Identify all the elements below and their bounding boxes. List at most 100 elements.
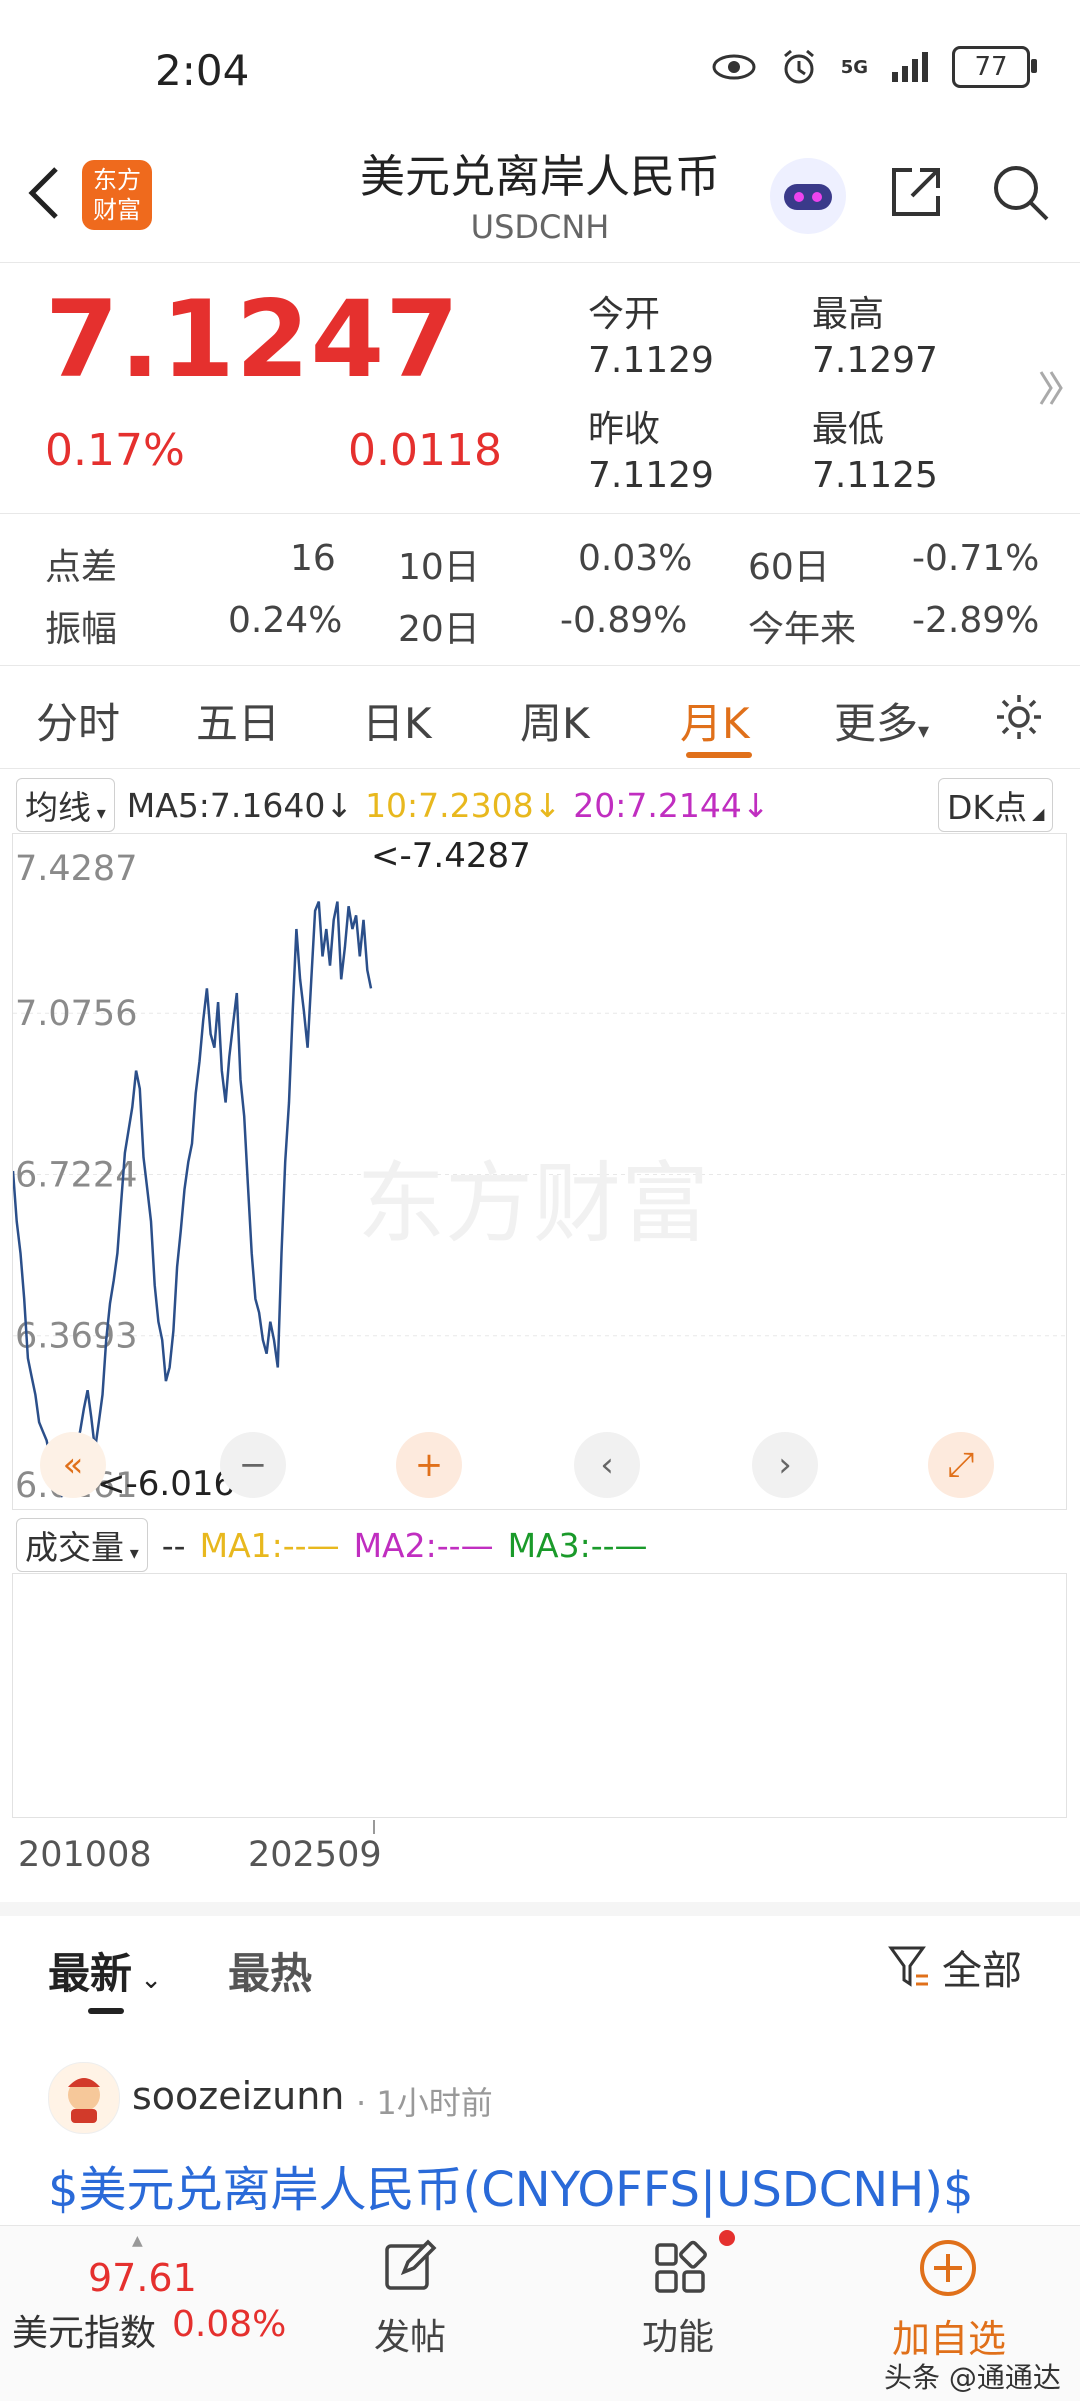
prev-close-value: 7.1129 <box>588 455 714 496</box>
network-label: 5G <box>840 56 868 78</box>
zoom-in-button[interactable]: + <box>396 1432 462 1498</box>
scroll-left-button[interactable]: ‹ <box>574 1432 640 1498</box>
volume-ma1: MA1:--— <box>199 1525 340 1565</box>
fullscreen-button[interactable]: ⤢ <box>928 1432 994 1498</box>
tab-more[interactable]: 更多▾ <box>834 690 929 751</box>
tab-weekly-k[interactable]: 周K <box>520 690 590 751</box>
tab-monthly-k[interactable]: 月K <box>680 690 750 751</box>
add-watchlist-button[interactable]: 加自选 <box>892 2308 1006 2363</box>
d60-value: -0.71% <box>912 538 1040 579</box>
alarm-icon <box>783 49 814 84</box>
settings-gear-icon[interactable] <box>992 690 1046 744</box>
dollar-index-change: 0.08% <box>172 2304 287 2345</box>
ma-bar: 均线 ▾ MA5:7.1640↓ 10:7.2308↓ 20:7.2144↓ <box>16 778 770 832</box>
amplitude-label: 振幅 <box>45 609 118 650</box>
ytd-label: 今年来 <box>748 609 857 650</box>
price-chart-svg: 东方财富 7.42877.07566.72246.36936.0161 <-7.… <box>11 836 1066 1506</box>
share-icon[interactable] <box>886 162 946 222</box>
active-tab-indicator <box>686 752 752 758</box>
zoom-out-button[interactable]: − <box>220 1432 286 1498</box>
ma10-value: 10:7.2308↓ <box>365 785 562 825</box>
functions-button[interactable]: 功能 <box>642 2308 714 2360</box>
post-title-link[interactable]: $美元兑离岸人民币(CNYOFFS|USDCNH)$ <box>48 2150 974 2220</box>
low-value: 7.1125 <box>812 455 938 496</box>
post-username[interactable]: soozeizunn <box>132 2074 344 2118</box>
divider <box>0 768 1080 769</box>
y-tick-label: 7.4287 <box>15 849 137 889</box>
y-tick-label: 6.7224 <box>15 1156 137 1196</box>
d60-label: 60日 <box>748 547 830 588</box>
spread-label: 点差 <box>45 547 118 588</box>
divider <box>0 665 1080 666</box>
tab-daily-k[interactable]: 日K <box>362 690 432 751</box>
battery-icon: 77 <box>952 46 1037 88</box>
post-time: · 1小时前 <box>356 2084 493 2122</box>
filter-icon <box>888 1946 928 1987</box>
y-tick-label: 6.3693 <box>15 1317 137 1357</box>
spread-value: 16 <box>290 538 336 579</box>
divider <box>0 262 1080 263</box>
dropdown-arrow-icon: ▾ <box>918 719 930 744</box>
ma-selector[interactable]: 均线 ▾ <box>16 778 115 832</box>
eye-icon <box>712 54 756 80</box>
d10-label: 10日 <box>398 547 480 588</box>
prev-close-label: 昨收 <box>588 409 661 450</box>
volume-ma2: MA2:--— <box>353 1525 494 1565</box>
volume-value: -- <box>161 1525 186 1565</box>
open-label: 今开 <box>588 294 661 335</box>
x-tick-end: 202509 <box>248 1835 382 1875</box>
user-avatar[interactable] <box>48 2062 120 2134</box>
functions-icon[interactable] <box>652 2240 708 2296</box>
add-watchlist-icon[interactable] <box>918 2238 978 2298</box>
d20-value: -0.89% <box>560 600 688 641</box>
ma20-value: 20:7.2144↓ <box>573 785 770 825</box>
dollar-index-value[interactable]: 97.61 <box>88 2256 197 2300</box>
dollar-index-name[interactable]: 美元指数 <box>12 2304 156 2356</box>
signal-icon <box>892 52 928 82</box>
status-time: 2:04 <box>155 46 250 95</box>
price-series-line <box>11 901 373 1498</box>
change-percent: 0.17% <box>45 425 185 476</box>
volume-bar: 成交量 ▾ -- MA1:--— MA2:--— MA3:--— <box>16 1518 648 1572</box>
x-tick-start: 201008 <box>18 1835 152 1875</box>
expand-right-icon[interactable] <box>1038 368 1064 408</box>
section-separator <box>0 1902 1080 1916</box>
high-value: 7.1297 <box>812 340 938 381</box>
scroll-left-fast-button[interactable]: « <box>40 1432 106 1498</box>
low-label: 最低 <box>812 409 885 450</box>
scroll-right-button[interactable]: › <box>752 1432 818 1498</box>
feed-tab-indicator <box>88 2008 124 2014</box>
divider <box>0 513 1080 514</box>
change-amount: 0.0118 <box>348 425 502 476</box>
tab-latest[interactable]: 最新 ⌄ <box>48 1940 162 2001</box>
ma5-value: MA5:7.1640↓ <box>126 785 354 825</box>
y-tick-label: 7.0756 <box>15 994 137 1034</box>
notification-dot <box>719 2230 735 2246</box>
amplitude-value: 0.24% <box>228 600 343 641</box>
assistant-avatar-icon[interactable] <box>770 158 846 234</box>
open-value: 7.1129 <box>588 340 714 381</box>
up-arrow-icon: ▲ <box>132 2233 143 2249</box>
volume-chart[interactable] <box>12 1573 1067 1818</box>
volume-ma3: MA3:--— <box>507 1525 648 1565</box>
price-chart[interactable]: 东方财富 7.42877.07566.72246.36936.0161 <-7.… <box>11 833 1067 1510</box>
status-icons: 5G 77 <box>711 46 1037 88</box>
period-tabs: 分时 五日 日K 周K 月K 更多▾ <box>0 668 1080 768</box>
tab-hot[interactable]: 最热 <box>228 1940 312 2001</box>
chart-watermark: 东方财富 <box>357 1154 709 1253</box>
d10-value: 0.03% <box>578 538 693 579</box>
current-price: 7.1247 <box>45 278 461 401</box>
volume-selector[interactable]: 成交量 ▾ <box>16 1518 148 1572</box>
high-label: 最高 <box>812 294 885 335</box>
max-marker: <-7.4287 <box>371 836 531 876</box>
ytd-value: -2.89% <box>912 600 1040 641</box>
post-button[interactable]: 发帖 <box>374 2308 446 2360</box>
tab-intraday[interactable]: 分时 <box>36 690 120 751</box>
search-icon[interactable] <box>988 160 1052 224</box>
dk-point-button[interactable]: DK点 ◢ <box>938 778 1054 832</box>
d20-label: 20日 <box>398 609 480 650</box>
filter-button[interactable]: 全部 <box>888 1938 1022 1996</box>
tab-five-day[interactable]: 五日 <box>196 690 280 751</box>
post-edit-icon[interactable] <box>382 2238 438 2294</box>
source-watermark: 头条 @通通达 <box>884 2361 1061 2394</box>
